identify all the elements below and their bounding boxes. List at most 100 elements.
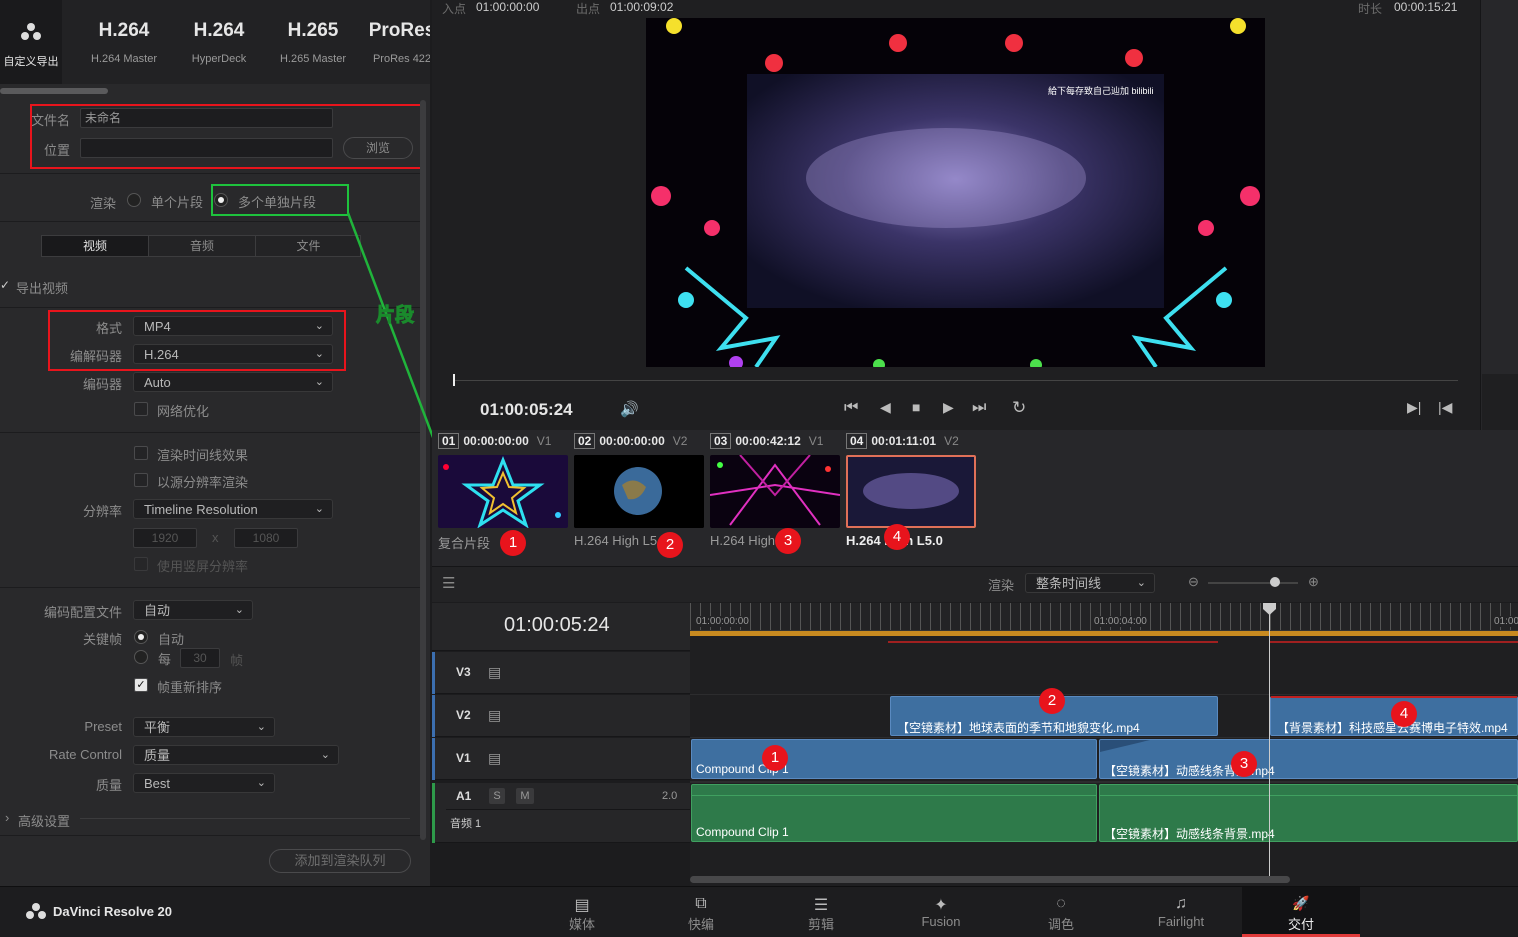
network-opt-checkbox[interactable] <box>134 402 148 416</box>
preset-label: HyperDeck <box>191 53 247 65</box>
nav-label: Fairlight <box>1157 914 1205 929</box>
keyframe-every-radio[interactable] <box>134 650 148 664</box>
preset-hyperdeck[interactable]: H.264 HyperDeck <box>174 0 264 84</box>
track-header-a1[interactable]: A1 S M 2.0 音频 1 <box>432 783 690 843</box>
keyframe-every-input[interactable]: 30 <box>180 648 220 668</box>
scrubber-handle[interactable] <box>453 374 455 386</box>
step-back-icon[interactable]: ◀ <box>880 399 891 416</box>
film-icon: ▤ <box>488 750 502 766</box>
single-clip-radio[interactable] <box>127 193 141 207</box>
clip-name: H.264 High <box>710 533 776 548</box>
nav-fairlight[interactable]: ♫ Fairlight <box>1121 887 1241 937</box>
volume-icon[interactable]: 🔊 <box>620 400 639 418</box>
render-range-bar[interactable] <box>690 631 1518 636</box>
resolution-dropdown[interactable]: Timeline Resolution ⌄ <box>133 499 333 519</box>
preset-custom-export[interactable]: 自定义导出 <box>0 0 62 84</box>
tab-video[interactable]: 视频 <box>42 236 148 256</box>
viewer-panel: 入点 01:00:00:00 出点 01:00:09:02 时长 00:00:1… <box>432 0 1480 430</box>
clip-timecode: 00:01:11:01 <box>871 434 937 448</box>
timeline-toolbar <box>432 566 1518 602</box>
v2-marker-line <box>1270 641 1518 643</box>
preset-h264-master[interactable]: H.264 H.264 Master <box>78 0 170 84</box>
jump-start-icon[interactable]: ⏮ <box>844 399 858 417</box>
zoom-slider-track[interactable] <box>1208 582 1298 584</box>
settings-scrollbar[interactable] <box>420 100 426 840</box>
zoom-in-icon[interactable]: ⊕ <box>1308 574 1319 590</box>
prev-clip-icon[interactable]: |◀ <box>1438 399 1452 416</box>
zoom-out-icon[interactable]: ⊖ <box>1188 574 1199 590</box>
export-video-label: 导出视频 <box>16 281 69 296</box>
nav-color[interactable]: ◌ 调色 <box>1001 887 1121 937</box>
advanced-settings-label[interactable]: 高级设置 <box>18 811 70 830</box>
annotation-green-box-multi <box>211 184 349 216</box>
track-color-strip <box>432 738 435 780</box>
export-video-check-icon[interactable]: ✓ <box>0 278 10 292</box>
rate-control-dropdown[interactable]: 质量 ⌄ <box>133 745 339 765</box>
render-mode-label: 渲染 <box>89 196 116 211</box>
render-source-res-checkbox[interactable] <box>134 473 148 487</box>
nav-edit[interactable]: ☰ 剪辑 <box>761 887 881 937</box>
preset-h265-master[interactable]: H.265 H.265 Master <box>268 0 358 84</box>
timeline-clip-v1-lines[interactable]: 【空镜素材】动感线条背景.mp4 <box>1099 739 1518 779</box>
rate-control-label: Rate Control <box>49 747 122 762</box>
timeline-ruler[interactable]: 01:00:00:00 01:00:04:00 01:00 <box>690 603 1518 631</box>
annotation-badge-2: 2 <box>1039 688 1065 714</box>
tab-file[interactable]: 文件 <box>255 236 361 256</box>
nav-label: Fusion <box>921 914 961 929</box>
divider <box>446 809 690 810</box>
preset-prores[interactable]: ProRes ProRes 422 <box>362 0 430 84</box>
clip-title: Compound Clip 1 <box>696 825 789 839</box>
zoom-slider-handle[interactable] <box>1270 577 1280 587</box>
chevron-down-icon: ⌄ <box>314 503 324 515</box>
preset-dropdown[interactable]: 平衡 ⌄ <box>133 717 275 737</box>
loop-icon[interactable]: ↻ <box>1012 398 1026 418</box>
timeline-clip-a1-lines[interactable]: 【空镜素材】动感线条背景.mp4 <box>1099 784 1518 842</box>
film-icon: ▤ <box>488 707 502 723</box>
ruler-label: 01:00:04:00 <box>1094 616 1147 627</box>
play-icon[interactable]: ▶ <box>943 399 954 416</box>
quality-dropdown[interactable]: Best ⌄ <box>133 773 275 793</box>
tab-audio[interactable]: 音频 <box>148 236 255 256</box>
preset-label: 自定义导出 <box>3 56 59 68</box>
divider <box>690 694 1518 695</box>
jump-end-icon[interactable]: ⏭ <box>972 399 986 417</box>
video-frame: 給下每存致自己辿加 bilibili <box>646 18 1265 367</box>
encode-profile-dropdown[interactable]: 自动 ⌄ <box>133 600 253 620</box>
encoder-label: 编码器 <box>82 377 122 392</box>
timeline-clip-v1-compound[interactable]: Compound Clip 1 <box>691 739 1097 779</box>
fairlight-icon: ♫ <box>1175 895 1187 912</box>
resolution-width-input[interactable]: 1920 <box>133 528 197 548</box>
keyframe-every-label: 每 <box>158 652 172 667</box>
timeline-clip-a1-compound[interactable]: Compound Clip 1 <box>691 784 1097 842</box>
render-timeline-effects-checkbox[interactable] <box>134 446 148 460</box>
render-presets-bar: 自定义导出 H.264 H.264 Master H.264 HyperDeck… <box>0 0 430 84</box>
network-opt-label: 网络优化 <box>157 404 210 419</box>
presets-scrollbar[interactable] <box>0 88 108 94</box>
clip-title: 【背景素材】科技感星云赛博电子特效.mp4 <box>1277 721 1508 735</box>
vertical-res-checkbox[interactable] <box>134 557 148 571</box>
nav-fusion[interactable]: ✦ Fusion <box>881 887 1001 937</box>
encoder-dropdown[interactable]: Auto ⌄ <box>133 372 333 392</box>
nav-media[interactable]: ▤ 媒体 <box>522 887 642 937</box>
track-header-v2[interactable]: V2 ▤ <box>432 695 690 737</box>
add-to-render-queue-button[interactable]: 添加到渲染队列 <box>269 849 411 873</box>
playhead[interactable] <box>1269 610 1270 876</box>
next-clip-icon[interactable]: ▶| <box>1407 399 1421 416</box>
timeline-scrollbar[interactable] <box>690 876 1290 883</box>
chevron-down-icon: ⌄ <box>320 749 330 761</box>
mute-button[interactable]: M <box>516 788 534 804</box>
solo-button[interactable]: S <box>489 788 505 804</box>
advanced-chevron-icon[interactable]: › <box>5 810 9 825</box>
nav-cut[interactable]: ⧉ 快编 <box>641 887 761 937</box>
clip-thumb-image <box>710 455 840 528</box>
stop-icon[interactable]: ■ <box>912 399 920 415</box>
keyframe-auto-radio[interactable] <box>134 630 148 644</box>
render-range-dropdown[interactable]: 整条时间线 ⌄ <box>1025 573 1155 593</box>
track-header-v1[interactable]: V1 ▤ <box>432 738 690 780</box>
track-header-v3[interactable]: V3 ▤ <box>432 652 690 694</box>
timeline-options-icon[interactable]: ☰ <box>442 574 455 592</box>
resolution-height-input[interactable]: 1080 <box>234 528 298 548</box>
nav-deliver[interactable]: 🚀 交付 <box>1242 887 1360 937</box>
frame-reorder-checkbox[interactable]: ✓ <box>134 678 148 692</box>
scrubber-track[interactable] <box>454 380 1458 381</box>
